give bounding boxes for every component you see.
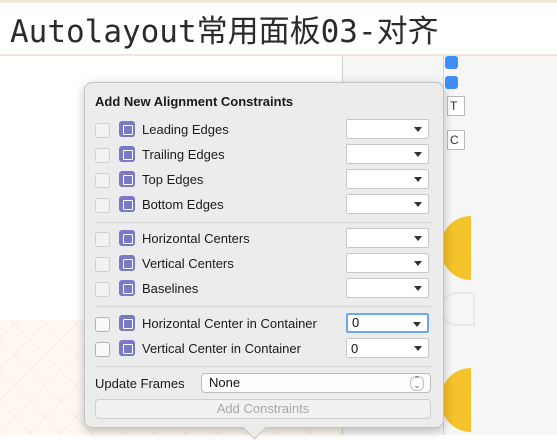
alignment-constraints-popover: Add New Alignment Constraints Leading Ed… xyxy=(84,82,444,440)
add-constraints-button[interactable]: Add Constraints xyxy=(95,399,431,419)
constraint-row-bottom-edges: Bottom Edges xyxy=(95,194,435,216)
top-edges-icon xyxy=(119,171,135,187)
trailing-edges-checkbox[interactable] xyxy=(95,148,110,163)
vertical-center-container-offset-select[interactable]: 0 xyxy=(346,338,429,358)
popover-arrow xyxy=(242,415,267,440)
constraint-label: Leading Edges xyxy=(142,122,229,137)
constraint-row-top-edges: Top Edges xyxy=(95,169,435,191)
trailing-edges-offset-select[interactable] xyxy=(346,144,429,164)
chevron-down-icon xyxy=(413,322,421,327)
baselines-offset-select[interactable] xyxy=(346,278,429,298)
vertical-centers-offset-select[interactable] xyxy=(346,253,429,273)
constraint-row-vertical-center-container: Vertical Center in Container 0 xyxy=(95,338,435,360)
vertical-center-container-checkbox[interactable] xyxy=(95,342,110,357)
trailing-edges-icon xyxy=(119,146,135,162)
bottom-edges-offset-select[interactable] xyxy=(346,194,429,214)
bottom-edges-icon xyxy=(119,196,135,212)
constraint-row-horizontal-centers: Horizontal Centers xyxy=(95,228,435,250)
group-divider xyxy=(95,366,431,367)
chevron-down-icon xyxy=(414,261,422,266)
chevron-down-icon xyxy=(414,286,422,291)
constraint-row-baselines: Baselines xyxy=(95,278,435,300)
bottom-edges-checkbox[interactable] xyxy=(95,198,110,213)
constraint-label: Horizontal Center in Container xyxy=(142,316,317,331)
vertical-center-container-icon xyxy=(119,340,135,356)
vertical-centers-checkbox[interactable] xyxy=(95,257,110,272)
yellow-circle-control xyxy=(441,216,471,280)
baselines-icon xyxy=(119,280,135,296)
checked-checkbox-2[interactable] xyxy=(445,76,458,89)
constraint-row-horizontal-center-container: Horizontal Center in Container 0 xyxy=(95,313,435,335)
chevron-down-icon xyxy=(414,177,422,182)
gray-ring-control xyxy=(441,292,475,326)
constraint-label: Trailing Edges xyxy=(142,147,225,162)
slide-title: Autolayout常用面板03-对齐 xyxy=(10,14,439,50)
checked-checkbox[interactable] xyxy=(445,56,458,69)
vertical-centers-icon xyxy=(119,255,135,271)
constraint-label: Top Edges xyxy=(142,172,204,187)
leading-edges-checkbox[interactable] xyxy=(95,123,110,138)
horizontal-centers-icon xyxy=(119,230,135,246)
chevron-down-icon xyxy=(414,236,422,241)
chevron-down-icon xyxy=(414,152,422,157)
constraint-label: Vertical Center in Container xyxy=(142,341,301,356)
constraint-label: Vertical Centers xyxy=(142,256,234,271)
constraint-label: Bottom Edges xyxy=(142,197,224,212)
horizontal-center-container-icon xyxy=(119,315,135,331)
yellow-circle-control-2 xyxy=(441,368,471,432)
chevron-down-icon xyxy=(414,127,422,132)
slide-top-rule xyxy=(0,0,557,3)
top-edges-checkbox[interactable] xyxy=(95,173,110,188)
update-frames-label: Update Frames xyxy=(95,376,185,391)
up-down-chevron-icon: ⌃ ⌄ xyxy=(410,376,424,391)
top-edges-offset-select[interactable] xyxy=(346,169,429,189)
horizontal-center-container-checkbox[interactable] xyxy=(95,317,110,332)
leading-edges-icon xyxy=(119,121,135,137)
horizontal-centers-checkbox[interactable] xyxy=(95,232,110,247)
leading-edges-offset-select[interactable] xyxy=(346,119,429,139)
group-divider xyxy=(95,306,431,307)
horizontal-center-container-offset-select[interactable]: 0 xyxy=(346,313,429,333)
editor-field-t[interactable]: T xyxy=(447,96,465,116)
baselines-checkbox[interactable] xyxy=(95,282,110,297)
constraint-label: Baselines xyxy=(142,281,199,296)
group-divider xyxy=(95,222,431,223)
constraint-row-leading-edges: Leading Edges xyxy=(95,119,435,141)
constraint-row-trailing-edges: Trailing Edges xyxy=(95,144,435,166)
chevron-down-icon xyxy=(414,346,422,351)
constraint-row-vertical-centers: Vertical Centers xyxy=(95,253,435,275)
constraint-label: Horizontal Centers xyxy=(142,231,250,246)
editor-field-c[interactable]: C xyxy=(447,130,465,150)
horizontal-centers-offset-select[interactable] xyxy=(346,228,429,248)
update-frames-select[interactable]: None ⌃ ⌄ xyxy=(201,373,431,393)
popover-title: Add New Alignment Constraints xyxy=(95,94,294,109)
chevron-down-icon xyxy=(414,202,422,207)
